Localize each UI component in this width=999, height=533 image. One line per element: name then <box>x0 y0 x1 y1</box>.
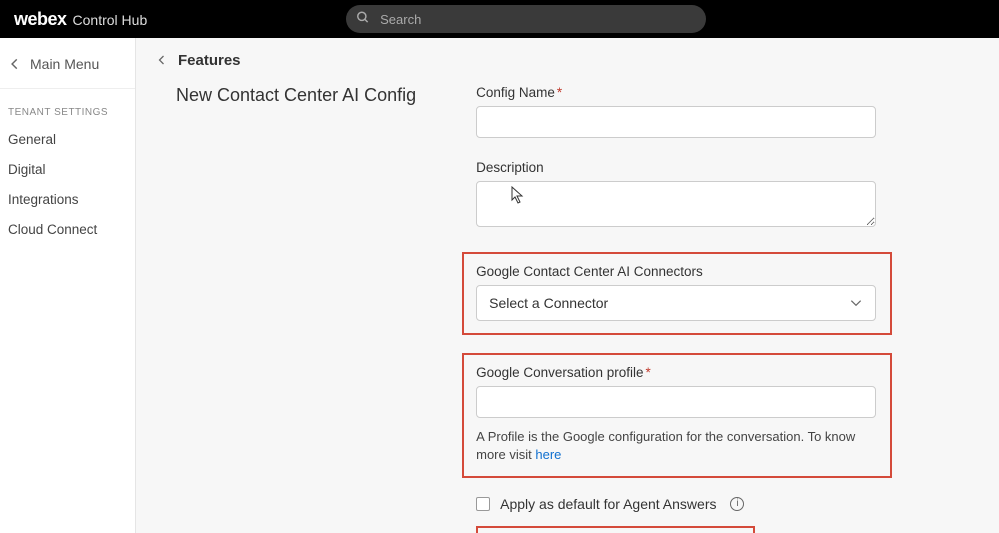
required-marker: * <box>645 365 650 380</box>
sidebar-item-cloud-connect[interactable]: Cloud Connect <box>0 216 135 243</box>
description-label: Description <box>476 160 916 175</box>
chevron-left-icon <box>8 57 22 71</box>
sidebar: Main Menu TENANT SETTINGS General Digita… <box>0 38 136 533</box>
main-menu-label: Main Menu <box>30 56 99 72</box>
page-header: Features <box>156 52 979 85</box>
content-inner: Features New Contact Center AI Config Co… <box>136 38 999 533</box>
chevron-down-icon <box>849 296 863 310</box>
connectors-select[interactable]: Select a Connector <box>476 285 876 321</box>
top-bar: webex Control Hub <box>0 0 999 38</box>
form-column: Config Name* Description Google Contact … <box>476 85 916 533</box>
config-name-label: Config Name* <box>476 85 916 100</box>
connectors-label: Google Contact Center AI Connectors <box>476 264 878 279</box>
field-config-name: Config Name* <box>476 85 916 138</box>
checkbox-agent-answers-label: Apply as default for Agent Answers <box>500 496 716 512</box>
subtitle-col: New Contact Center AI Config <box>176 85 416 533</box>
page-title: Features <box>178 52 241 69</box>
profile-input[interactable] <box>476 386 876 418</box>
connectors-placeholder: Select a Connector <box>489 295 608 311</box>
page-body: New Contact Center AI Config Config Name… <box>156 85 979 533</box>
brand-main: webex <box>14 9 67 30</box>
sidebar-item-integrations[interactable]: Integrations <box>0 186 135 213</box>
main-menu-link[interactable]: Main Menu <box>0 48 135 89</box>
back-button[interactable] <box>156 53 168 69</box>
sidebar-section-label: TENANT SETTINGS <box>0 89 135 126</box>
profile-help-link[interactable]: here <box>535 447 561 462</box>
sidebar-item-general[interactable]: General <box>0 126 135 153</box>
search-icon <box>356 11 370 28</box>
checkbox-agent-answers-row: Apply as default for Agent Answers i <box>476 496 916 512</box>
profile-help-text: A Profile is the Google configuration fo… <box>476 428 878 464</box>
content: Features New Contact Center AI Config Co… <box>136 38 999 533</box>
profile-help-text-span: A Profile is the Google configuration fo… <box>476 429 855 462</box>
layout: Main Menu TENANT SETTINGS General Digita… <box>0 38 999 533</box>
chevron-left-icon <box>156 54 168 66</box>
highlight-profile: Google Conversation profile* A Profile i… <box>462 353 892 478</box>
required-marker: * <box>557 85 562 100</box>
highlight-connectors: Google Contact Center AI Connectors Sele… <box>462 252 892 335</box>
description-textarea[interactable] <box>476 181 876 227</box>
highlight-virtual-agent: Apply as default for Virtual Agent i <box>476 526 755 533</box>
search-wrap <box>346 5 706 33</box>
config-name-label-text: Config Name <box>476 85 555 100</box>
profile-label: Google Conversation profile* <box>476 365 878 380</box>
info-icon[interactable]: i <box>730 497 744 511</box>
search-input[interactable] <box>346 5 706 33</box>
profile-label-text: Google Conversation profile <box>476 365 643 380</box>
brand: webex Control Hub <box>14 9 147 30</box>
brand-sub: Control Hub <box>73 12 148 28</box>
sidebar-item-digital[interactable]: Digital <box>0 156 135 183</box>
config-name-input[interactable] <box>476 106 876 138</box>
page-subtitle: New Contact Center AI Config <box>176 85 416 106</box>
field-description: Description <box>476 160 916 230</box>
checkbox-agent-answers[interactable] <box>476 497 490 511</box>
